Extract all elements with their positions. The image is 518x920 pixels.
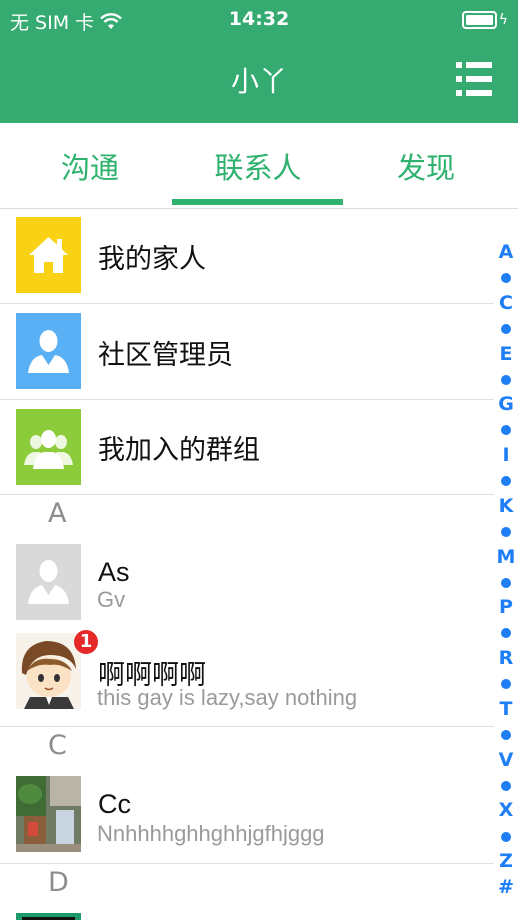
index-letter-e[interactable]: E [494,343,518,365]
section-header-a: A [0,496,494,534]
contact-status: Nnhhhhghhghhjgfhjggg [97,821,325,846]
index-dot[interactable] [501,476,511,487]
contact-row[interactable]: 1 啊啊啊啊 this gay is lazy,say nothing [0,627,494,727]
tab-discover[interactable]: 发现 [340,145,512,187]
charging-icon: ϟ [498,12,508,28]
index-letter-m[interactable]: M [494,546,518,568]
index-letter-hash[interactable]: # [494,876,518,898]
index-letter-a[interactable]: A [494,241,518,263]
index-dot[interactable] [501,628,511,639]
index-letter-c[interactable]: C [494,292,518,314]
index-dot[interactable] [501,730,511,740]
menu-list-button[interactable] [456,62,492,96]
group-icon [16,409,81,485]
photo-avatar [16,776,81,852]
group-label: 我的家人 [98,244,206,275]
index-dot[interactable] [501,273,511,284]
active-tab-indicator [172,199,343,205]
section-header-d: D [0,865,494,903]
index-dot[interactable] [501,679,511,690]
contact-status: this gay is lazy,say nothing [97,685,358,710]
photo-avatar [16,913,81,920]
battery-icon: ϟ [462,10,508,30]
home-icon [16,217,81,293]
page-title: 小丫 [230,65,287,98]
index-dot[interactable] [501,374,511,385]
index-letter-v[interactable]: V [494,749,518,771]
admin-person-icon [16,313,81,389]
tab-chat[interactable]: 沟通 [4,145,176,187]
index-dot[interactable] [501,425,511,436]
contact-name: Cc [98,789,131,819]
unread-badge: 1 [73,629,99,655]
alphabet-index[interactable]: A C E G I K M P R T V X Z # [494,240,518,900]
index-dot[interactable] [501,577,511,588]
index-letter-r[interactable]: R [494,647,518,669]
default-avatar-icon [16,544,81,620]
group-row-family[interactable]: 我的家人 [0,209,494,304]
contact-row[interactable]: Cc Nnhhhhghhghhjgfhjggg [0,767,494,864]
contact-row[interactable]: As Gv [0,535,494,627]
status-bar: 无 SIM 卡 14:32 ϟ [0,0,518,40]
section-header-c: C [0,728,494,766]
contact-row[interactable] [0,904,494,920]
tab-bar: 沟通 联系人 发现 [0,123,518,209]
index-dot[interactable] [501,780,511,791]
contact-status: Gv [97,587,126,612]
contact-name: As [98,557,130,587]
group-row-groups[interactable]: 我加入的群组 [0,400,494,495]
index-letter-k[interactable]: K [494,495,518,517]
index-letter-t[interactable]: T [494,698,518,720]
section-letter: D [48,867,69,898]
index-letter-p[interactable]: P [494,596,518,618]
section-letter: C [48,730,67,761]
group-label: 我加入的群组 [98,435,260,466]
status-clock: 14:32 [228,8,290,30]
index-letter-i[interactable]: I [494,444,518,466]
tab-contacts[interactable]: 联系人 [172,145,344,187]
index-dot[interactable] [501,831,511,842]
index-letter-g[interactable]: G [494,393,518,415]
index-letter-z[interactable]: Z [494,850,518,872]
cartoon-avatar: 1 [16,629,99,709]
group-row-admin[interactable]: 社区管理员 [0,304,494,400]
app-header: 无 SIM 卡 14:32 ϟ 小丫 [0,0,518,123]
group-label: 社区管理员 [98,340,233,371]
section-letter: A [48,498,67,529]
index-letter-x[interactable]: X [494,799,518,821]
index-dot[interactable] [501,526,511,537]
index-dot[interactable] [501,323,511,334]
